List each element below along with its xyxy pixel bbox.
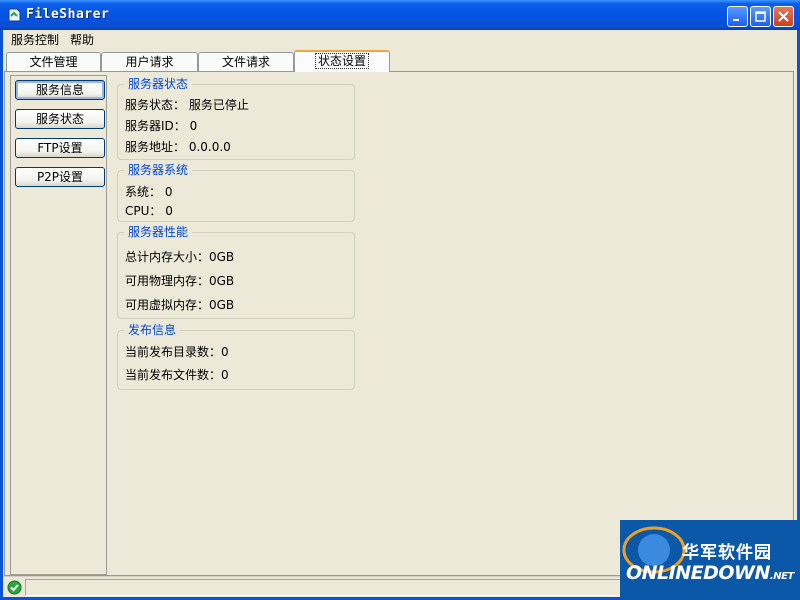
watermark-cn: 华军软件园 [682,543,772,563]
watermark-en: ONLINEDOWN.NET [626,562,794,584]
tab-file-management[interactable]: 文件管理 [6,52,101,71]
menu-bar: 服务控制 帮助 [3,30,797,50]
tab-user-requests[interactable]: 用户请求 [101,52,198,71]
cpu-text: CPU： 0 [125,204,173,218]
group-title: 服务器状态 [124,77,193,91]
tab-panel: 服务信息 服务状态 FTP设置 P2P设置 服务器状态 服务状态： 服务已停止 … [4,71,794,576]
menu-help[interactable]: 帮助 [66,32,98,48]
p2p-settings-button[interactable]: P2P设置 [15,167,105,187]
client-area: 服务控制 帮助 文件管理 用户请求 文件请求 状态设置 服务信息 服务状态 FT… [3,30,797,597]
app-icon [8,8,21,22]
system-text: 系统： 0 [125,185,173,199]
minimize-icon [733,19,739,21]
published-files-text: 当前发布文件数：0 [125,368,229,382]
tab-status-settings[interactable]: 状态设置 [294,50,390,72]
server-status-group: 服务器状态 服务状态： 服务已停止 服务器ID： 0 服务地址： 0.0.0.0 [117,77,355,160]
publish-info-group: 发布信息 当前发布目录数：0 当前发布文件数：0 [117,323,355,390]
window-title: FileSharer [26,7,110,22]
close-icon [778,11,789,22]
minimize-button[interactable] [727,6,748,27]
close-button[interactable] [773,6,794,27]
app-window: FileSharer 服务控制 帮助 文件管理 用户请求 文件请求 状态设置 服… [0,0,800,600]
menu-service-control[interactable]: 服务控制 [7,32,63,48]
physical-memory-text: 可用物理内存：0GB [125,274,235,288]
ftp-settings-button[interactable]: FTP设置 [15,138,105,158]
maximize-button[interactable] [750,6,771,27]
server-id-text: 服务器ID： 0 [125,119,198,133]
title-bar[interactable]: FileSharer [0,0,800,30]
left-button-panel: 服务信息 服务状态 FTP设置 P2P设置 [10,75,107,575]
total-memory-text: 总计内存大小：0GB [125,250,235,264]
service-state-text: 服务状态： 服务已停止 [125,98,249,112]
watermark-logo: 华军软件园 ONLINEDOWN.NET [620,520,800,600]
service-info-button[interactable]: 服务信息 [15,80,105,100]
server-performance-group: 服务器性能 总计内存大小：0GB 可用物理内存：0GB 可用虚拟内存：0GB [117,225,355,319]
group-title: 发布信息 [124,323,181,337]
server-system-group: 服务器系统 系统： 0 CPU： 0 [117,163,355,222]
published-dirs-text: 当前发布目录数：0 [125,345,229,359]
group-title: 服务器系统 [124,163,193,177]
service-status-button[interactable]: 服务状态 [15,109,105,129]
tab-file-requests[interactable]: 文件请求 [198,52,294,71]
server-address-text: 服务地址： 0.0.0.0 [125,140,231,154]
group-title: 服务器性能 [124,225,193,239]
maximize-icon [755,11,766,22]
check-icon [7,580,22,595]
virtual-memory-text: 可用虚拟内存：0GB [125,298,235,312]
